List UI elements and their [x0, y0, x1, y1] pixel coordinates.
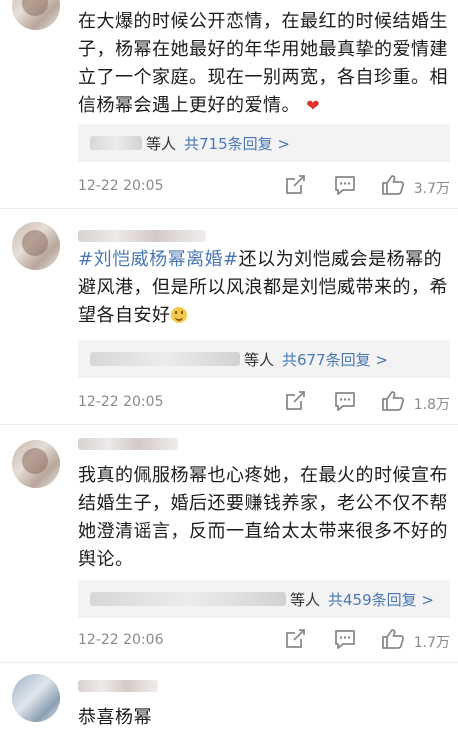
comment-text: #刘恺威杨幂离婚#还以为刘恺威会是杨幂的避风港，但是所以风浪都是刘恺威带来的，希… — [78, 246, 448, 330]
like-count: 1.7万 — [413, 635, 450, 651]
reply-count-link[interactable]: 共715条回复 > — [184, 133, 290, 154]
comment-text: 恭喜杨幂 — [78, 704, 448, 732]
comment-meta: 12-22 20:05 3.7万 — [78, 172, 450, 202]
comment-time: 12-22 20:05 — [78, 178, 164, 194]
heart-emoji: ❤ — [306, 96, 321, 115]
comment-icon[interactable] — [332, 388, 358, 414]
comment-icon[interactable] — [332, 172, 358, 198]
avatar[interactable] — [12, 222, 60, 270]
blurred-usernames — [90, 136, 142, 150]
avatar[interactable] — [12, 0, 60, 30]
reply-count-link[interactable]: 共459条回复 > — [328, 589, 434, 610]
reply-suffix: 等人 — [244, 350, 275, 369]
comment-icon[interactable] — [332, 626, 358, 652]
hashtag-link[interactable]: #刘恺威杨幂离婚# — [78, 249, 239, 270]
share-icon[interactable] — [282, 388, 308, 414]
reply-summary[interactable]: 等人 共459条回复 > — [78, 580, 450, 618]
divider — [0, 208, 458, 209]
blurred-usernames — [90, 592, 286, 606]
blurred-usernames — [90, 352, 240, 366]
blurred-username[interactable] — [78, 680, 158, 692]
comment-time: 12-22 20:05 — [78, 394, 164, 410]
comment-time: 12-22 20:06 — [78, 632, 164, 648]
comment-meta: 12-22 20:05 1.8万 — [78, 388, 450, 418]
smile-emoji — [170, 307, 187, 323]
comment-text: 在大爆的时候公开恋情，在最红的时候结婚生子，杨幂在她最好的年华用她最真挚的爱情建… — [78, 8, 448, 120]
like-count: 1.8万 — [413, 397, 450, 413]
reply-summary[interactable]: 等人 共715条回复 > — [78, 124, 450, 162]
blurred-username[interactable] — [78, 230, 206, 242]
thumb-up-icon[interactable] — [380, 388, 406, 414]
share-icon[interactable] — [282, 172, 308, 198]
divider — [0, 424, 458, 425]
avatar[interactable] — [12, 674, 60, 722]
comment-body: 在大爆的时候公开恋情，在最红的时候结婚生子，杨幂在她最好的年华用她最真挚的爱情建… — [78, 11, 448, 116]
reply-suffix: 等人 — [146, 134, 177, 153]
comment-body: 我真的佩服杨幂也心疼她，在最火的时候宣布结婚生子，婚后还要赚钱养家，老公不仅不帮… — [78, 465, 448, 570]
comment-meta: 12-22 20:06 1.7万 — [78, 626, 450, 656]
divider — [0, 662, 458, 663]
share-icon[interactable] — [282, 626, 308, 652]
comment-text: 我真的佩服杨幂也心疼她，在最火的时候宣布结婚生子，婚后还要赚钱养家，老公不仅不帮… — [78, 462, 448, 574]
blurred-username[interactable] — [78, 438, 178, 450]
reply-suffix: 等人 — [290, 590, 321, 609]
avatar[interactable] — [12, 440, 60, 488]
reply-count-link[interactable]: 共677条回复 > — [282, 349, 388, 370]
thumb-up-icon[interactable] — [380, 172, 406, 198]
thumb-up-icon[interactable] — [380, 626, 406, 652]
like-count: 3.7万 — [413, 181, 450, 197]
comment-body: 恭喜杨幂 — [78, 707, 152, 728]
reply-summary[interactable]: 等人 共677条回复 > — [78, 340, 450, 378]
